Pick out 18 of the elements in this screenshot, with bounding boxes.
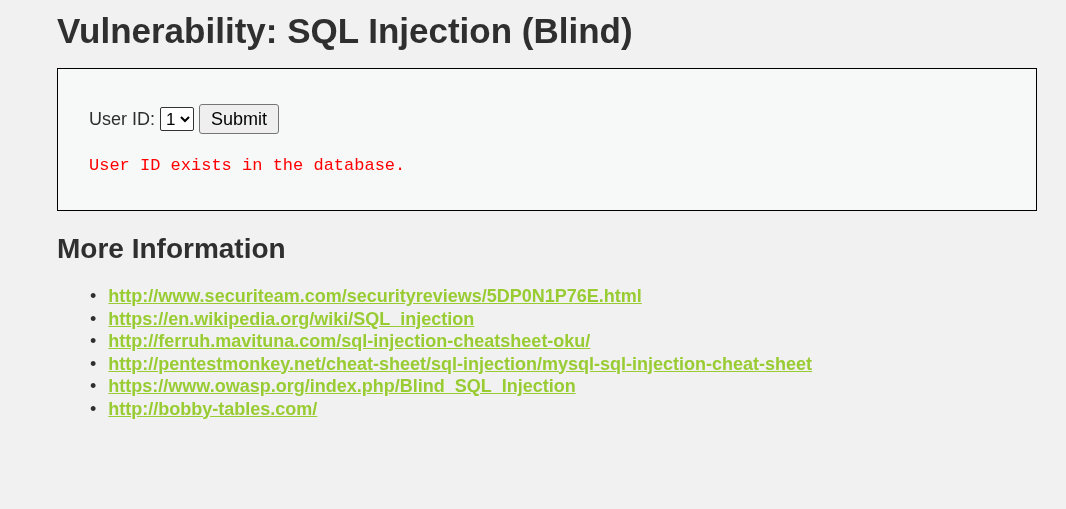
section-heading: More Information: [57, 233, 286, 265]
bullet-marker: •: [90, 397, 97, 420]
reference-link[interactable]: https://www.owasp.org/index.php/Blind_SQL_Injection: [108, 375, 576, 398]
bullet-marker: •: [90, 352, 97, 375]
reference-link[interactable]: https://en.wikipedia.org/wiki/SQL_injection: [108, 307, 475, 330]
field-label: User ID:: [89, 108, 155, 130]
reference-link[interactable]: http://ferruh.mavituna.com/sql-injection-cheatsheet-oku/: [108, 330, 591, 353]
bullet-marker: •: [90, 307, 97, 330]
reference-link[interactable]: http://bobby-tables.com/: [108, 397, 318, 420]
bullet-marker: •: [90, 330, 97, 353]
result-message: User ID exists in the database.: [89, 156, 406, 175]
user-id-select[interactable]: 1: [160, 107, 194, 131]
bullet-marker: •: [90, 285, 97, 308]
reference-link[interactable]: http://pentestmonkey.net/cheat-sheet/sql-injection/mysql-sql-injection-cheat-sheet: [108, 352, 813, 375]
submit-button[interactable]: Submit: [199, 104, 280, 134]
page-title: Vulnerability: SQL Injection (Blind): [57, 10, 633, 52]
bullet-marker: •: [90, 375, 97, 398]
reference-link[interactable]: http://www.securiteam.com/securityreviews/5DP0N1P76E.html: [108, 285, 642, 308]
